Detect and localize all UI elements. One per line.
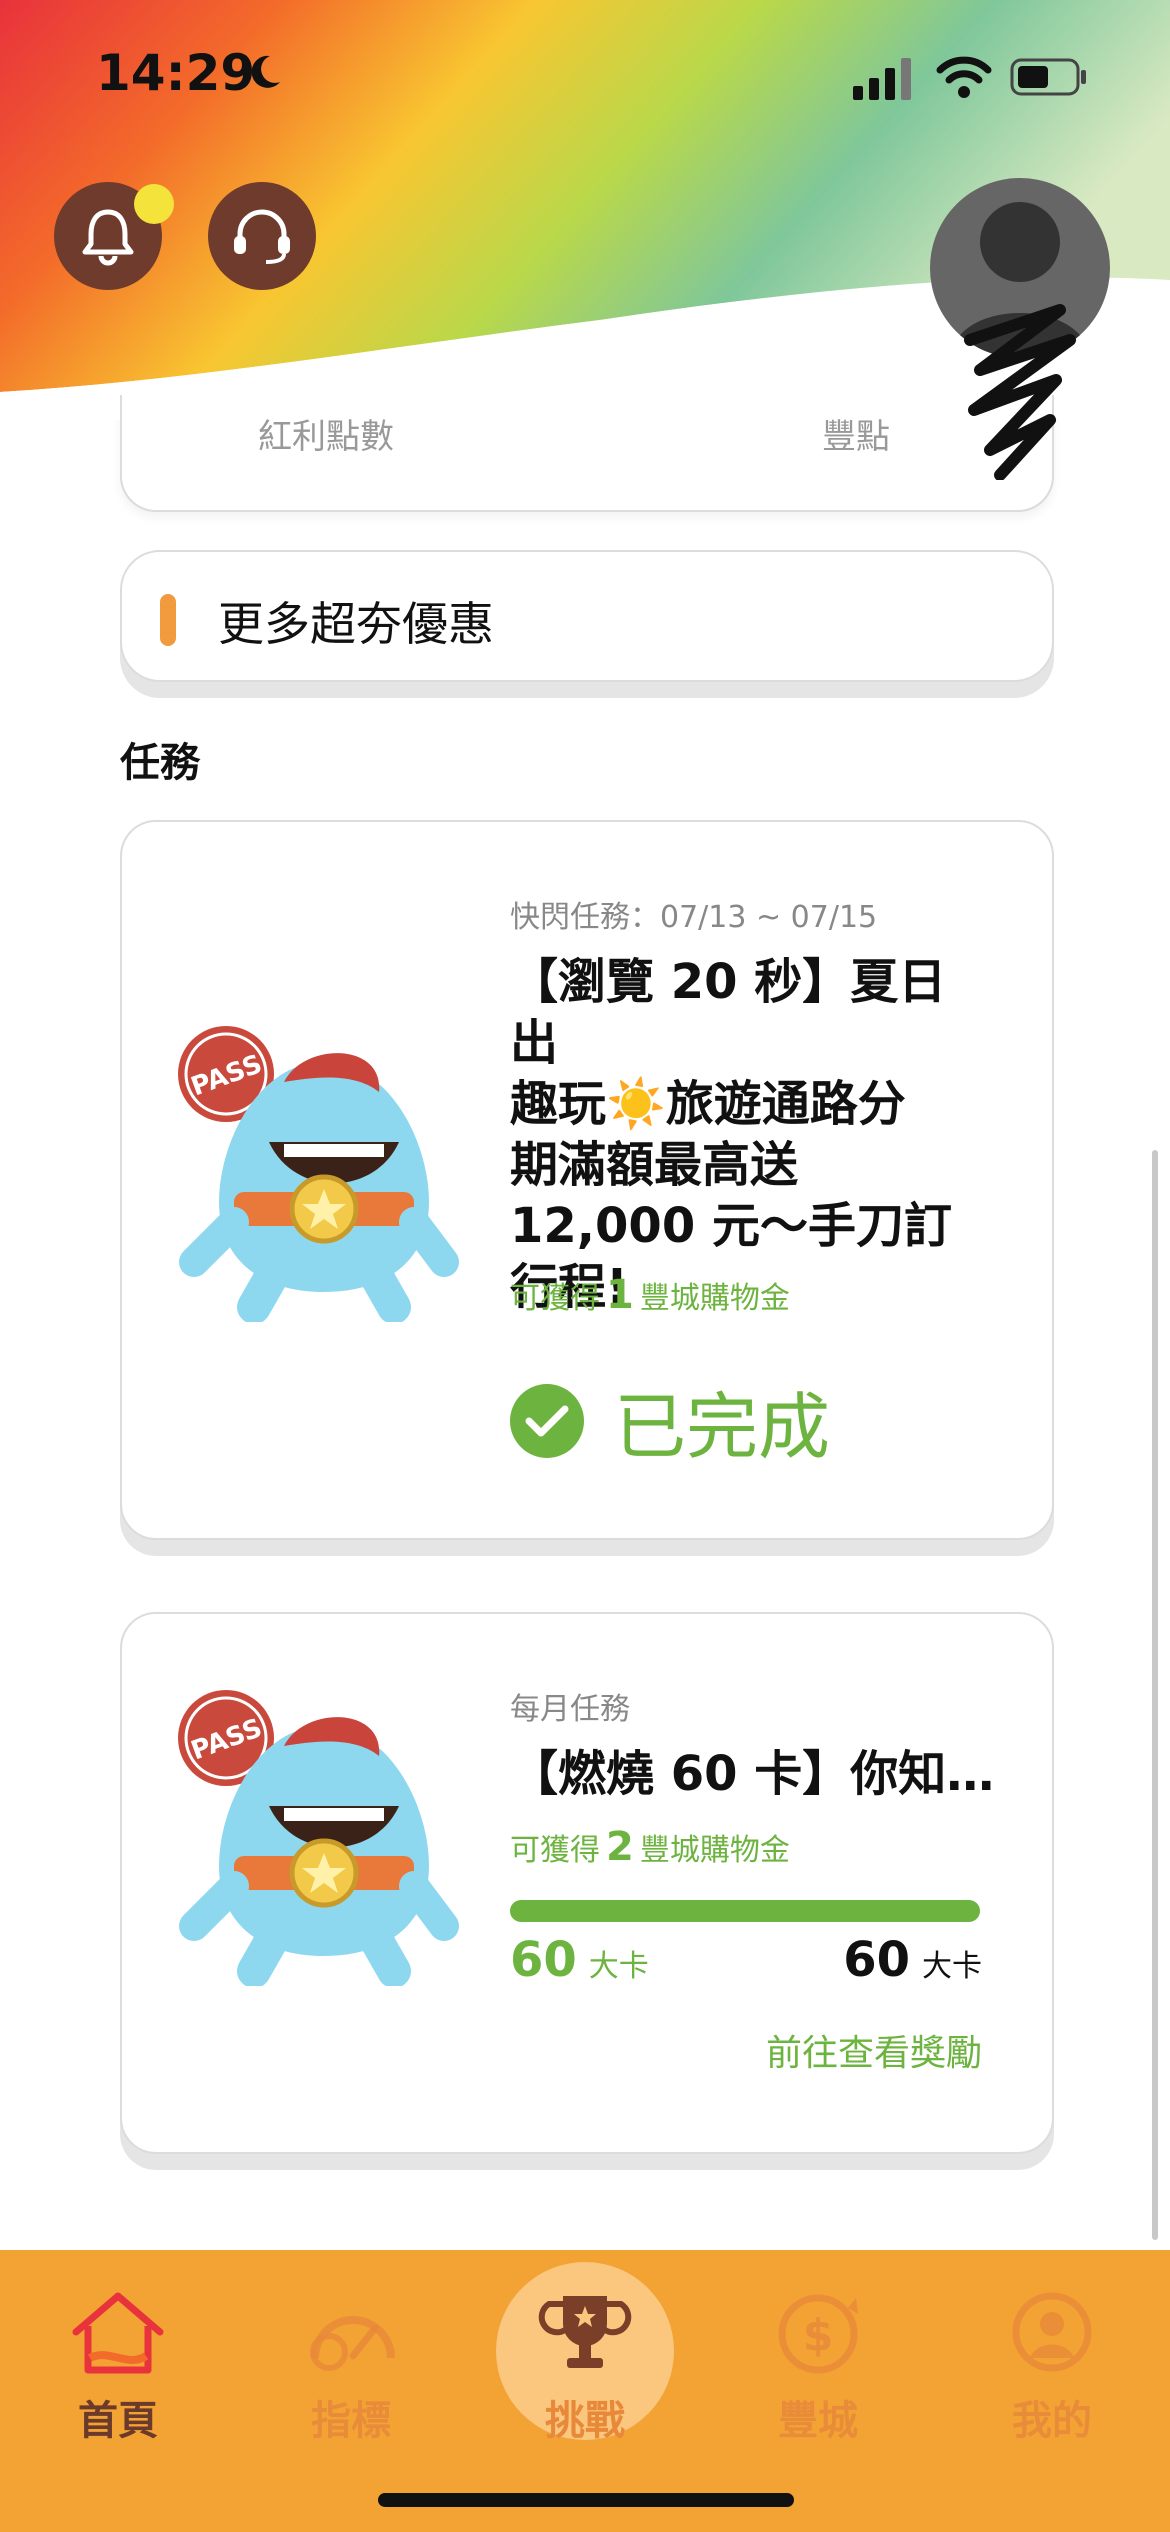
scrollbar[interactable] — [1152, 1150, 1158, 2240]
view-reward-link[interactable]: 前往查看獎勵 — [766, 2024, 982, 2076]
mission-card-flash[interactable]: PASS 快閃任務：07/13 ~ 07/15 【瀏覽 20 秒】夏日出 趣玩☀… — [120, 820, 1054, 1540]
mission-completed-status: 已完成 — [510, 1368, 830, 1473]
mission-card-monthly[interactable]: PASS 每月任務 【燃燒 60 卡】你知… 可獲得 2 豐城購物金 60 大卡 60… — [120, 1612, 1054, 2154]
headset-icon — [234, 209, 290, 264]
more-offers-button[interactable]: 更多超夯優惠 — [120, 550, 1054, 682]
mission-title-line: 12,000 元～手刀訂 — [510, 1198, 952, 1254]
mission-tag: 每月任務 — [510, 1692, 630, 1727]
tab-home-label: 首頁 — [78, 2398, 158, 2444]
promo-label: 更多超夯優惠 — [218, 597, 494, 651]
mission-title: 【燃燒 60 卡】你知… — [510, 1746, 995, 1802]
tab-indicators-label: 指標 — [311, 2398, 391, 2444]
reward-suffix: 豐城購物金 — [639, 1281, 790, 1316]
bonus-points-label-visible: 紅利點數 — [258, 417, 394, 457]
coin-exchange-icon: $ — [778, 2294, 858, 2374]
mission-title-line: 期滿額最高送 — [510, 1137, 799, 1193]
tab-mall[interactable]: $ 豐城 — [718, 2250, 918, 2450]
reward-amount: 1 — [606, 1272, 634, 1318]
progress-target-value: 60 — [843, 1932, 910, 1988]
home-indicator[interactable] — [378, 2493, 794, 2507]
trophy-icon — [538, 2296, 632, 2368]
completed-label: 已完成 — [614, 1385, 831, 1469]
mission-tag: 快閃任務：07/13 ~ 07/15 — [510, 900, 878, 935]
reward-prefix: 可獲得 — [510, 1833, 600, 1868]
customer-service-button[interactable] — [208, 182, 316, 290]
points-card-visible-part: 紅利點數 豐點 — [120, 395, 1054, 512]
mission-title-line: 趣玩☀️旅遊通路分 — [510, 1076, 906, 1132]
gauge-icon — [310, 2316, 395, 2371]
reward-suffix: 豐城購物金 — [639, 1833, 790, 1868]
missions-section-title: 任務 — [120, 740, 200, 786]
mascot-pass-icon: PASS — [178, 1026, 459, 1322]
progress-current-value: 60 — [510, 1932, 577, 1988]
reward-amount: 2 — [606, 1824, 634, 1870]
progress-unit: 大卡 — [588, 1949, 649, 1984]
progress-unit: 大卡 — [922, 1949, 982, 1984]
status-time: 14:29 — [96, 44, 256, 102]
battery-icon — [1010, 58, 1086, 96]
progress-target: 60 大卡 — [843, 1932, 982, 1988]
home-icon — [72, 2292, 164, 2374]
progress-current: 60 大卡 — [510, 1932, 649, 1988]
notification-badge — [134, 184, 174, 224]
mascot-pass-icon: PASS — [178, 1690, 459, 1986]
status-bar: 14:29 — [0, 0, 1170, 150]
checkmark-circle-icon — [510, 1383, 584, 1458]
svg-text:$: $ — [803, 2310, 834, 2361]
promo-accent-bar — [160, 594, 176, 646]
mission-title: 【瀏覽 20 秒】夏日出 趣玩☀️旅遊通路分 期滿額最高送 12,000 元～手… — [510, 952, 990, 1318]
signal-icon — [853, 58, 911, 100]
bell-icon — [82, 209, 134, 266]
redaction-scribble — [964, 304, 1076, 480]
mission-progress-bar — [510, 1900, 980, 1922]
tab-profile[interactable]: 我的 — [952, 2250, 1152, 2450]
feng-points-label-visible: 豐點 — [822, 417, 890, 457]
tab-profile-label: 我的 — [1012, 2398, 1092, 2444]
profile-icon — [1012, 2292, 1092, 2372]
tab-mall-label: 豐城 — [778, 2398, 858, 2444]
tab-challenge[interactable]: 挑戰 — [485, 2250, 685, 2450]
moon-icon — [251, 55, 280, 88]
tab-challenge-label: 挑戰 — [545, 2398, 625, 2444]
mission-title-line: 【瀏覽 20 秒】夏日出 — [510, 954, 947, 1071]
tab-home[interactable]: 首頁 — [18, 2250, 218, 2450]
tab-indicators[interactable]: 指標 — [251, 2250, 451, 2450]
wifi-icon — [936, 56, 992, 98]
mission-reward: 可獲得 2 豐城購物金 — [510, 1824, 790, 1870]
reward-prefix: 可獲得 — [510, 1281, 600, 1316]
mission-reward: 可獲得 1 豐城購物金 — [510, 1272, 790, 1318]
